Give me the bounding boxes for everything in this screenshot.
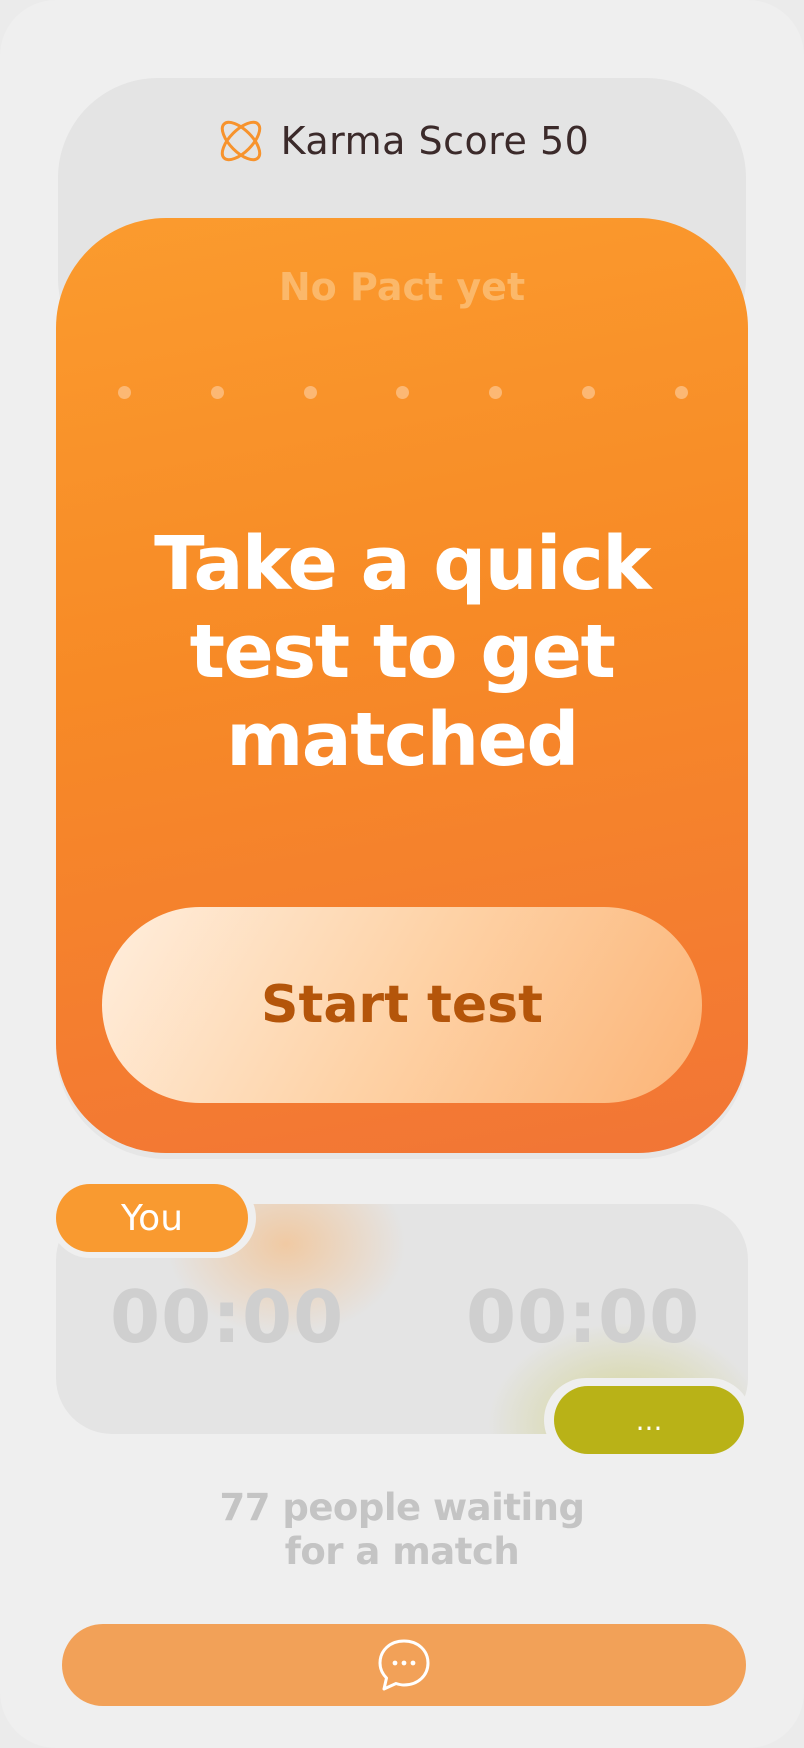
progress-dot <box>396 386 410 399</box>
partner-badge[interactable]: ... <box>544 1378 752 1462</box>
partner-timer: 00:00 <box>466 1275 701 1359</box>
chat-bubble-icon <box>378 1639 430 1691</box>
chat-button[interactable] <box>62 1624 746 1706</box>
partner-label: ... <box>554 1386 744 1454</box>
karma-score-header: Karma Score 50 <box>0 110 804 172</box>
karma-score-label: Karma Score 50 <box>280 119 590 163</box>
pact-status: No Pact yet <box>278 265 526 309</box>
you-timer: 00:00 <box>110 1275 345 1359</box>
progress-dot <box>210 386 224 399</box>
start-test-button[interactable]: Start test <box>102 907 702 1103</box>
progress-dot <box>489 386 503 399</box>
app-screen: Karma Score 50 No Pact yet Take a quick … <box>0 0 804 1748</box>
progress-dot <box>118 386 131 399</box>
progress-dots <box>118 386 688 399</box>
progress-dot <box>303 386 317 399</box>
waiting-count-text: 77 people waiting for a match <box>219 1486 585 1573</box>
atom-orbit-icon <box>220 120 261 162</box>
progress-dot <box>582 386 596 399</box>
you-badge: You <box>50 1178 256 1258</box>
progress-dot <box>674 386 688 399</box>
match-headline: Take a quick test to get matched <box>154 521 651 783</box>
you-label: You <box>56 1184 248 1252</box>
